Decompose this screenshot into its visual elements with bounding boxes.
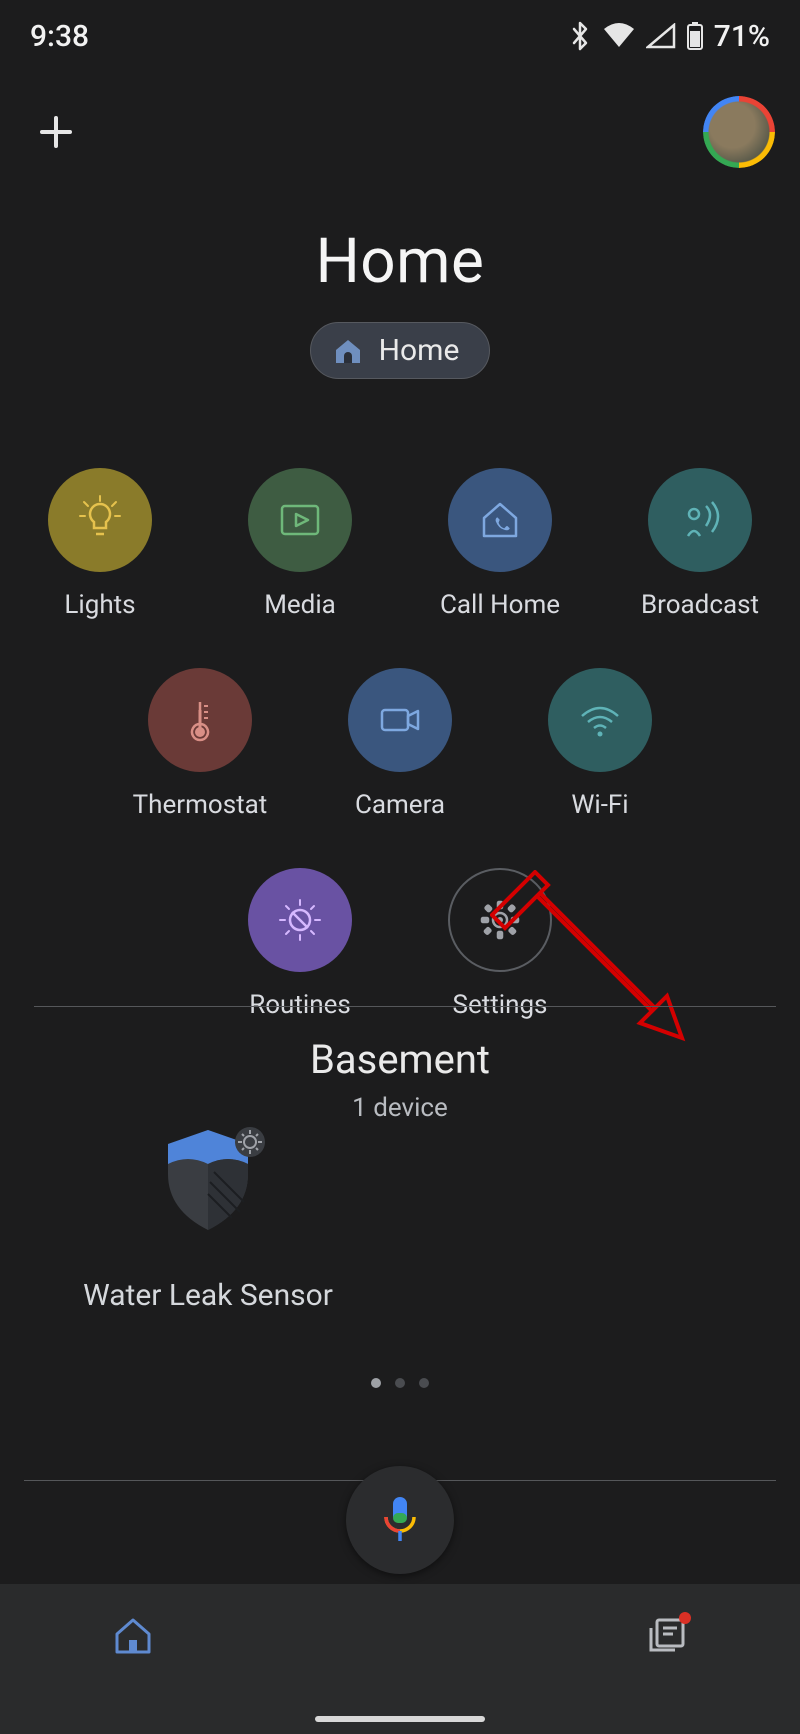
wifi-tile-icon (572, 692, 628, 748)
page-dot (371, 1378, 381, 1388)
room-device-count: 1 device (0, 1093, 800, 1123)
page-dot (395, 1378, 405, 1388)
bottom-nav (0, 1584, 800, 1734)
divider (34, 1006, 776, 1007)
status-bar: 9:38 71% (0, 0, 800, 72)
gesture-nav-pill[interactable] (315, 1716, 485, 1722)
lightbulb-icon (72, 492, 128, 548)
tile-call-home-label: Call Home (440, 590, 560, 620)
page-title: Home (0, 225, 800, 298)
tile-media[interactable]: Media (230, 468, 370, 620)
tile-thermostat-label: Thermostat (133, 790, 268, 820)
room-name: Basement (0, 1036, 800, 1083)
tile-call-home[interactable]: Call Home (430, 468, 570, 620)
tile-routines-label: Routines (249, 990, 351, 1020)
home-nav-icon (111, 1614, 155, 1658)
tile-broadcast[interactable]: Broadcast (630, 468, 770, 620)
assistant-mic-button[interactable] (346, 1466, 454, 1574)
add-button[interactable] (28, 104, 84, 160)
plus-icon (36, 112, 76, 152)
routines-icon (272, 892, 328, 948)
page-dot (419, 1378, 429, 1388)
tile-media-label: Media (264, 590, 336, 620)
tile-camera[interactable]: Camera (330, 668, 470, 820)
call-home-icon (472, 492, 528, 548)
notification-badge (679, 1612, 691, 1624)
status-time: 9:38 (30, 19, 89, 54)
tile-routines[interactable]: Routines (230, 868, 370, 1020)
device-label: Water Leak Sensor (83, 1278, 333, 1313)
nav-feed[interactable] (533, 1614, 800, 1658)
account-avatar[interactable] (706, 99, 772, 165)
tile-settings[interactable]: Settings (430, 868, 570, 1020)
quick-actions-grid: Lights Media Call Home Broadcast Thermos… (0, 468, 800, 1068)
tile-broadcast-label: Broadcast (641, 590, 759, 620)
home-icon (331, 334, 365, 368)
mic-icon (378, 1493, 422, 1547)
room-header-basement: Basement 1 device (0, 1036, 800, 1123)
wifi-icon (602, 23, 636, 49)
gear-icon (476, 896, 524, 944)
tile-wifi[interactable]: Wi-Fi (530, 668, 670, 820)
top-bar (0, 92, 800, 172)
cell-signal-icon (646, 23, 676, 49)
tile-camera-label: Camera (355, 790, 445, 820)
battery-percent: 71% (714, 19, 770, 54)
tile-wifi-label: Wi-Fi (571, 790, 628, 820)
battery-icon (686, 21, 704, 51)
status-icons: 71% (568, 19, 770, 54)
broadcast-icon (672, 492, 728, 548)
nav-home[interactable] (0, 1614, 267, 1658)
thermometer-icon (172, 692, 228, 748)
device-water-leak-sensor[interactable]: Water Leak Sensor (78, 1120, 338, 1313)
camera-icon (372, 692, 428, 748)
page-indicator (0, 1378, 800, 1388)
home-selector-label: Home (379, 333, 460, 368)
tile-thermostat[interactable]: Thermostat (130, 668, 270, 820)
play-icon (272, 492, 328, 548)
tile-settings-label: Settings (453, 990, 548, 1020)
bluetooth-icon (568, 21, 592, 51)
tile-lights[interactable]: Lights (30, 468, 170, 620)
shield-icon (148, 1120, 268, 1240)
home-selector-chip[interactable]: Home (310, 322, 491, 379)
tile-lights-label: Lights (64, 590, 135, 620)
